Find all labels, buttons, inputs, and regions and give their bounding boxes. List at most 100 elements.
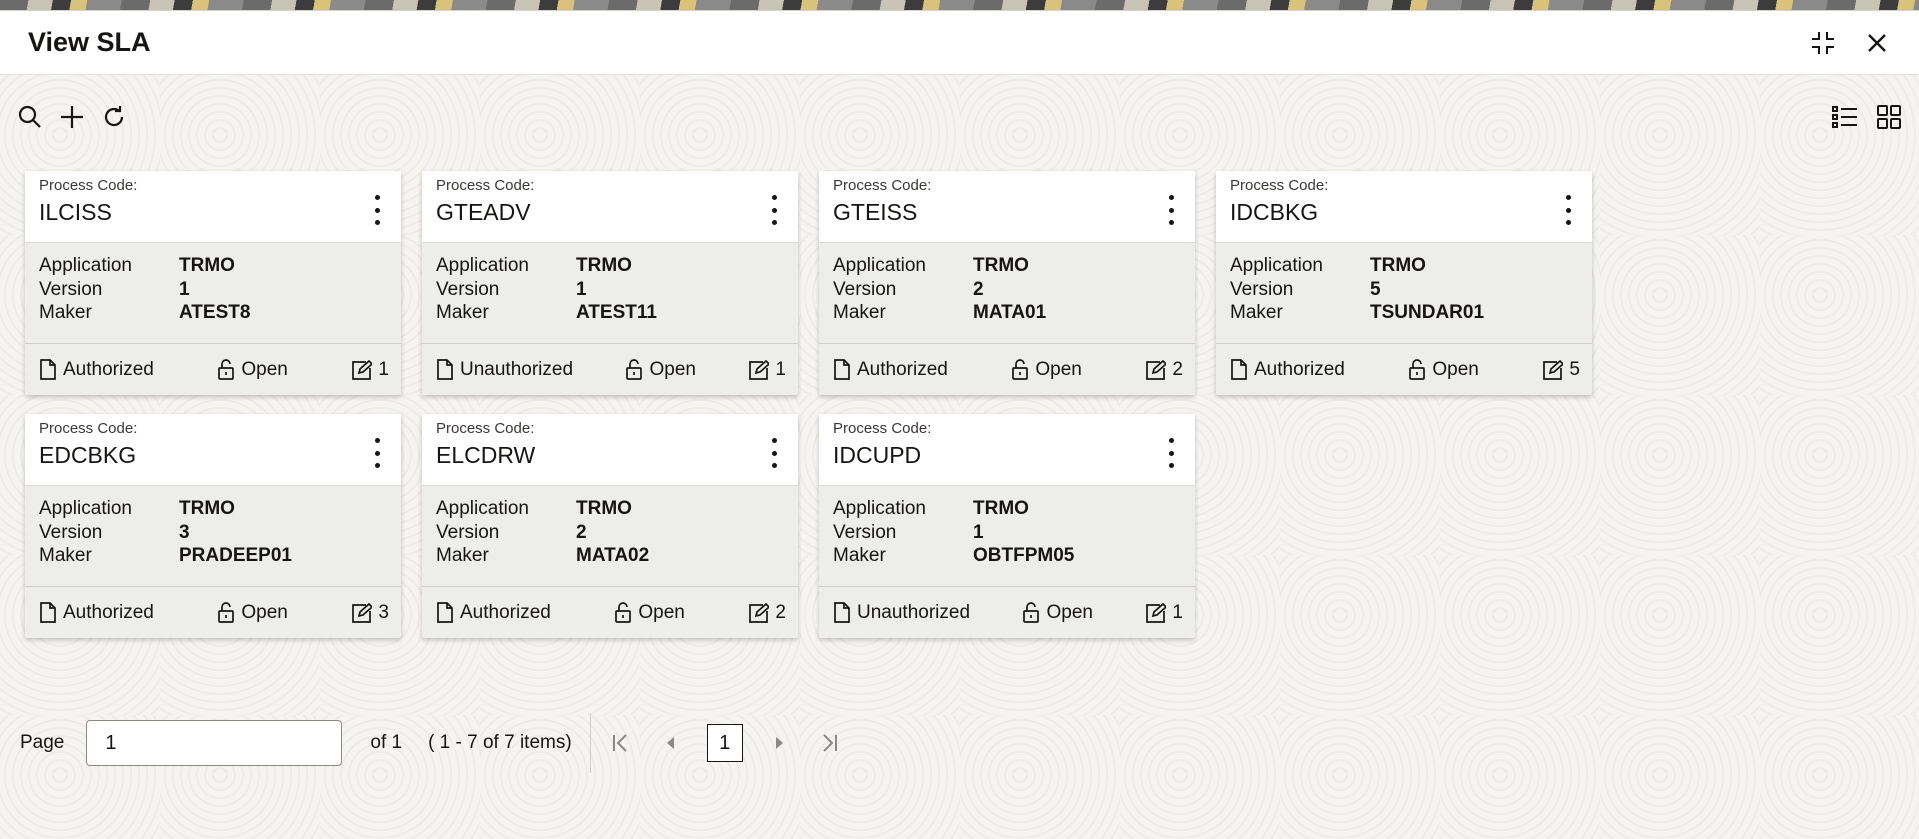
maker-label: Maker	[436, 302, 489, 323]
list-view-icon[interactable]	[1831, 103, 1859, 131]
application-value: TRMO	[1370, 255, 1426, 276]
search-icon[interactable]	[16, 103, 44, 131]
card-footer: Authorized Open 2	[422, 586, 798, 638]
process-code-value: ILCISS	[39, 199, 112, 225]
document-icon	[834, 602, 850, 623]
modification-count-text: 2	[775, 601, 786, 623]
more-options-icon[interactable]	[369, 438, 385, 468]
card-footer: Unauthorized Open 1	[819, 586, 1195, 638]
card-body: Application TRMO Version 1 Maker OBTFPM05	[819, 486, 1195, 584]
modification-count-text: 1	[775, 358, 786, 380]
process-code-label: Process Code:	[39, 177, 138, 194]
last-page-icon[interactable]	[815, 729, 843, 757]
process-code-value: EDCBKG	[39, 442, 137, 468]
maker-label: Maker	[833, 545, 886, 566]
maker-label: Maker	[39, 545, 92, 566]
sla-card[interactable]: Process Code: ILCISS Application TRMO Ver…	[25, 171, 401, 395]
modification-count: 2	[748, 602, 786, 624]
process-code-label: Process Code:	[436, 177, 535, 194]
auth-status: Authorized	[1230, 359, 1345, 381]
more-options-icon[interactable]	[1163, 438, 1179, 468]
pagination: Page of 1 ( 1 - 7 of 7 items) 1	[20, 713, 843, 773]
auth-status: Authorized	[39, 602, 154, 624]
next-page-icon[interactable]	[765, 729, 793, 757]
edit-icon	[1146, 359, 1167, 380]
auth-status-text: Authorized	[857, 358, 948, 380]
more-options-icon[interactable]	[1560, 195, 1576, 225]
auth-status: Unauthorized	[436, 359, 573, 381]
lock-status: Open	[625, 358, 696, 381]
card-header: Process Code: ELCDRW	[422, 414, 798, 486]
process-code-value: IDCUPD	[833, 442, 922, 468]
more-options-icon[interactable]	[766, 195, 782, 225]
application-value: TRMO	[576, 255, 632, 276]
process-code-value: IDCBKG	[1230, 199, 1319, 225]
close-icon[interactable]	[1863, 29, 1891, 57]
first-page-icon[interactable]	[607, 729, 635, 757]
lock-status: Open	[614, 602, 685, 624]
auth-status-text: Authorized	[1254, 358, 1345, 380]
document-icon	[437, 359, 453, 380]
modification-count: 1	[1145, 602, 1183, 624]
card-header: Process Code: IDCBKG	[1216, 171, 1592, 243]
card-header: Process Code: GTEADV	[422, 171, 798, 243]
sla-card[interactable]: Process Code: IDCBKG Application TRMO Ver…	[1216, 171, 1592, 395]
application-label: Application	[833, 498, 926, 519]
application-value: TRMO	[179, 498, 235, 519]
unlock-icon	[1409, 359, 1426, 380]
card-footer: Unauthorized Open 1	[422, 343, 798, 395]
application-value: TRMO	[576, 498, 632, 519]
auth-status-text: Authorized	[63, 601, 154, 623]
application-value: TRMO	[973, 255, 1029, 276]
version-label: Version	[1230, 279, 1294, 300]
page-number-input[interactable]	[86, 720, 343, 766]
maker-value: MATA02	[576, 545, 650, 566]
card-header: Process Code: EDCBKG	[25, 414, 401, 486]
maker-value: MATA01	[973, 302, 1047, 323]
process-code-value: GTEADV	[436, 199, 531, 225]
more-options-icon[interactable]	[766, 438, 782, 468]
more-options-icon[interactable]	[1163, 195, 1179, 225]
unlock-icon	[626, 359, 643, 380]
sla-card[interactable]: Process Code: GTEADV Application TRMO Ver…	[422, 171, 798, 395]
lock-status: Open	[217, 602, 288, 624]
refresh-icon[interactable]	[100, 103, 128, 131]
auth-status-text: Authorized	[460, 601, 551, 623]
lock-status-text: Open	[649, 358, 696, 380]
maker-label: Maker	[436, 545, 489, 566]
card-body: Application TRMO Version 5 Maker TSUNDAR01	[1216, 243, 1592, 341]
previous-page-icon[interactable]	[657, 729, 685, 757]
process-code-value: GTEISS	[833, 199, 918, 225]
sla-card[interactable]: Process Code: EDCBKG Application TRMO Ver…	[25, 414, 401, 638]
lock-status: Open	[1011, 359, 1082, 381]
version-label: Version	[39, 279, 103, 300]
application-label: Application	[436, 498, 529, 519]
application-label: Application	[833, 255, 926, 276]
plus-icon[interactable]	[58, 103, 86, 131]
card-body: Application TRMO Version 3 Maker PRADEEP01	[25, 486, 401, 584]
document-icon	[437, 602, 453, 623]
process-code-label: Process Code:	[833, 177, 932, 194]
minimize-icon[interactable]	[1809, 29, 1837, 57]
sla-card[interactable]: Process Code: ELCDRW Application TRMO Ver…	[422, 414, 798, 638]
card-header: Process Code: ILCISS	[25, 171, 401, 243]
modification-count-text: 2	[1172, 358, 1183, 380]
maker-value: TSUNDAR01	[1370, 302, 1485, 323]
version-label: Version	[39, 522, 103, 543]
auth-status: Unauthorized	[833, 602, 970, 624]
maker-value: ATEST11	[576, 302, 657, 323]
modification-count-text: 1	[1172, 601, 1183, 623]
more-options-icon[interactable]	[369, 195, 385, 225]
sla-card[interactable]: Process Code: IDCUPD Application TRMO Ver…	[819, 414, 1195, 638]
edit-icon	[352, 602, 373, 623]
maker-label: Maker	[39, 302, 92, 323]
application-value: TRMO	[973, 498, 1029, 519]
edit-icon	[352, 359, 373, 380]
auth-status-text: Unauthorized	[857, 601, 971, 623]
unlock-icon	[1012, 359, 1029, 380]
grid-view-icon[interactable]	[1875, 103, 1903, 131]
version-value: 1	[576, 279, 587, 300]
sla-card[interactable]: Process Code: GTEISS Application TRMO Ver…	[819, 171, 1195, 395]
auth-status: Authorized	[39, 359, 154, 381]
current-page-button[interactable]: 1	[706, 724, 743, 762]
